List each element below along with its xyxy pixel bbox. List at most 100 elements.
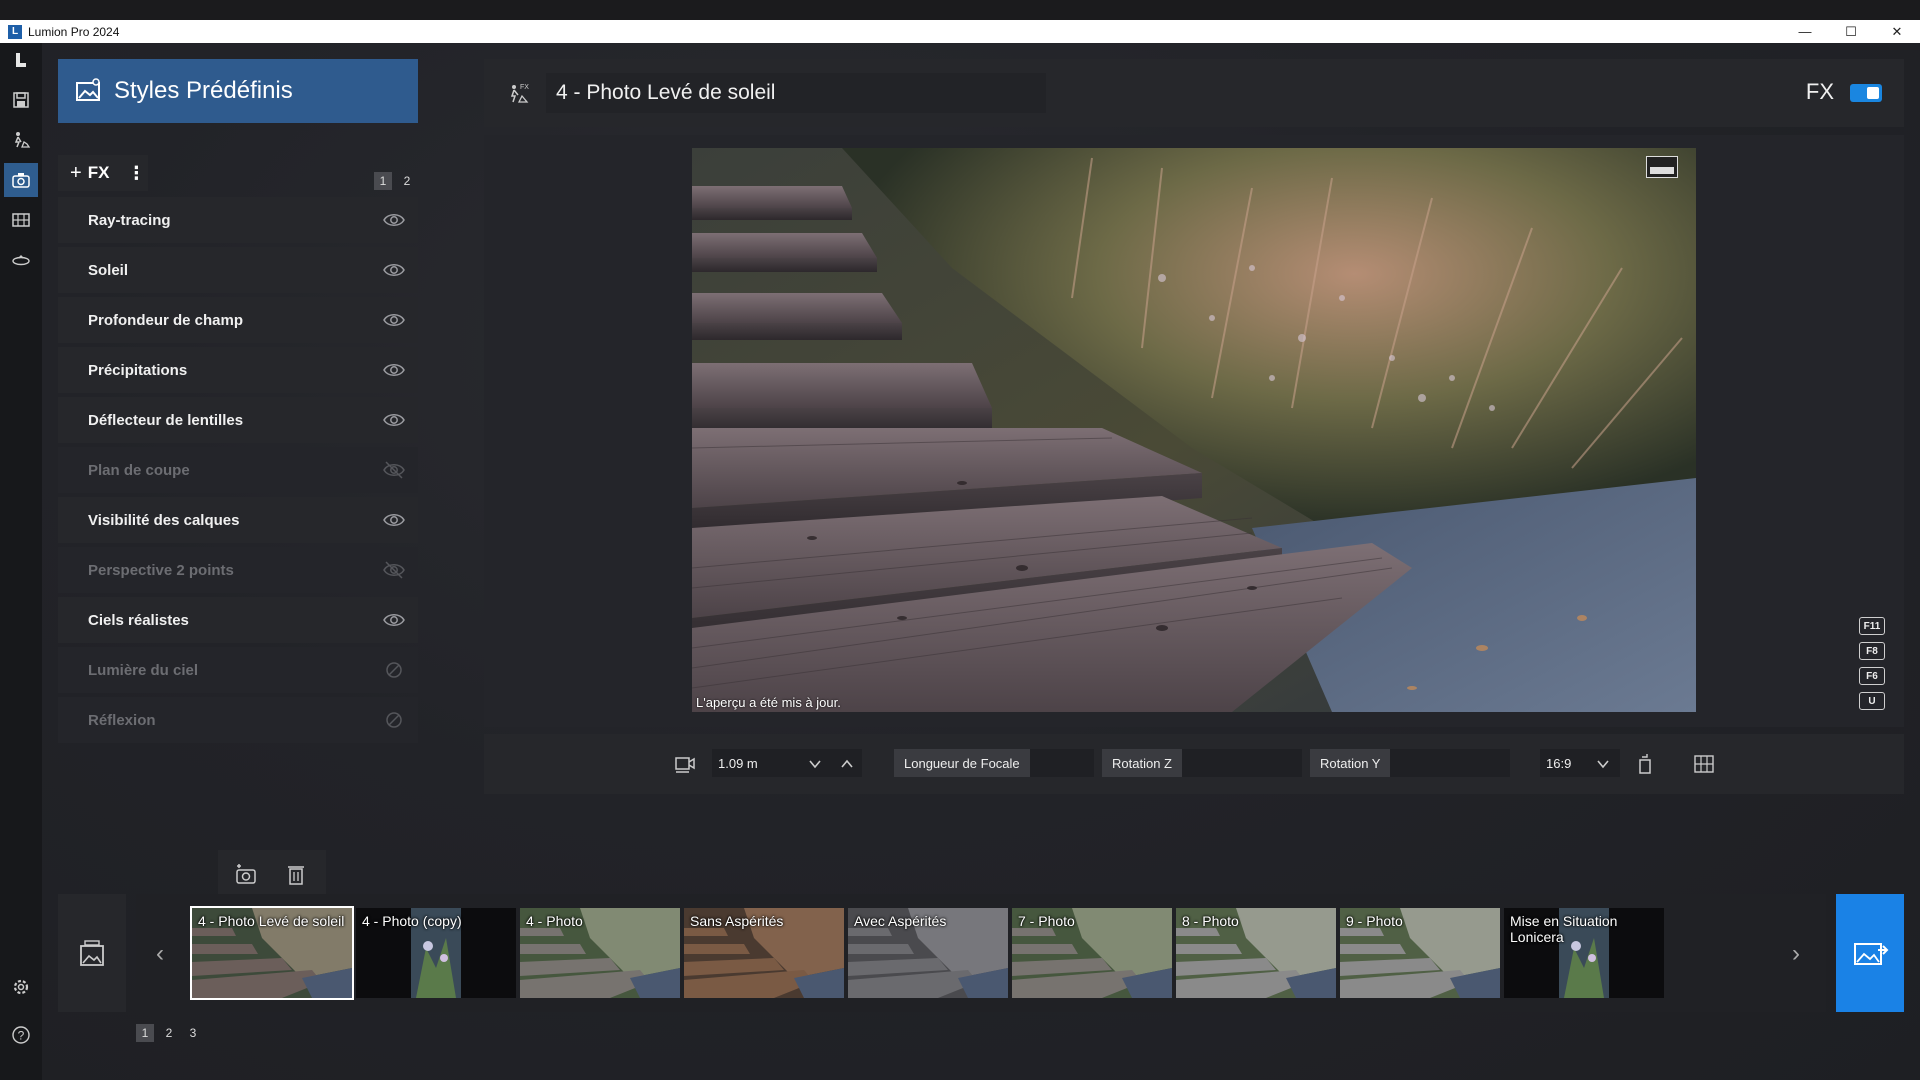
fx-item[interactable]: Profondeur de champ: [58, 297, 418, 343]
render-image-icon: [1854, 943, 1889, 965]
filmstrip-page-1[interactable]: 1: [136, 1024, 154, 1042]
svg-text:FX: FX: [520, 84, 529, 91]
photo-filmstrip: ‹ 4 - Photo Levé de soleil 4 - Photo (cop…: [136, 894, 1826, 1012]
photo-mode-button[interactable]: [4, 163, 38, 197]
gallery-button[interactable]: [58, 894, 126, 1012]
styles-panel-header[interactable]: Styles Prédéfinis: [58, 59, 418, 123]
fx-item[interactable]: Lumière du ciel: [58, 647, 418, 693]
fx-item-label: Déflecteur de lentilles: [88, 411, 244, 429]
eye-icon[interactable]: [382, 359, 406, 381]
eye-icon[interactable]: [382, 209, 406, 231]
photo-thumbnail[interactable]: 4 - Photo Levé de soleil: [190, 906, 354, 1000]
fx-item[interactable]: Réflexion: [58, 697, 418, 743]
focal-length-slider[interactable]: Longueur de Focale: [894, 749, 1094, 777]
render-preview-image[interactable]: L'aperçu a été mis à jour.: [692, 148, 1696, 712]
fx-item[interactable]: Ray-tracing: [58, 197, 418, 243]
window-title: Lumion Pro 2024: [28, 24, 120, 39]
settings-button[interactable]: [4, 970, 38, 1004]
disabled-icon[interactable]: [382, 659, 406, 681]
focal-length-label: Longueur de Focale: [894, 749, 1030, 777]
shortcut-key-f8[interactable]: F8: [1859, 642, 1885, 660]
close-button[interactable]: ✕: [1874, 20, 1920, 43]
eye-icon[interactable]: [382, 409, 406, 431]
disabled-icon[interactable]: [382, 709, 406, 731]
eye-icon[interactable]: [382, 609, 406, 631]
rotation-z-slider[interactable]: Rotation Z: [1102, 749, 1302, 777]
fx-item[interactable]: Plan de coupe: [58, 447, 418, 493]
fx-item[interactable]: Déflecteur de lentilles: [58, 397, 418, 443]
photo-thumbnail[interactable]: Sans Aspérités: [684, 908, 844, 998]
fx-style-icon[interactable]: FX: [506, 81, 530, 105]
eye-off-icon[interactable]: [382, 559, 406, 581]
home-tool-button[interactable]: [4, 43, 38, 77]
photo-thumbnail-label: 7 - Photo: [1018, 913, 1075, 929]
camera-icon: [12, 173, 30, 188]
fx-toggle-label: FX: [1805, 79, 1834, 104]
fx-item[interactable]: Perspective 2 points: [58, 547, 418, 593]
maximize-button[interactable]: ☐: [1828, 20, 1874, 43]
fx-item-label: Réflexion: [88, 711, 156, 729]
photo-thumbnail[interactable]: 7 - Photo: [1012, 908, 1172, 998]
photo-thumbnail[interactable]: Avec Aspérités: [848, 908, 1008, 998]
photo-thumbnail[interactable]: 4 - Photo: [520, 908, 680, 998]
add-camera-icon[interactable]: [234, 862, 258, 886]
movie-mode-button[interactable]: [4, 203, 38, 237]
shortcut-key-f11[interactable]: F11: [1859, 617, 1885, 635]
svg-text:?: ?: [18, 1029, 25, 1043]
preview-overlay-toggle-button[interactable]: [1646, 156, 1678, 178]
photo-thumbnail-label: Avec Aspérités: [854, 913, 947, 929]
fx-item[interactable]: Précipitations: [58, 347, 418, 393]
photo-thumbnail[interactable]: 9 - Photo: [1340, 908, 1500, 998]
rotation-y-slider[interactable]: Rotation Y: [1310, 749, 1510, 777]
fx-toggle[interactable]: [1850, 84, 1882, 102]
fx-item-label: Soleil: [88, 261, 129, 279]
fx-item-label: Profondeur de champ: [88, 311, 244, 329]
filmstrip-next-chevron-icon[interactable]: ›: [1792, 940, 1800, 968]
save-tool-button[interactable]: [4, 83, 38, 117]
photo-title-input[interactable]: 4 - Photo Levé de soleil: [546, 73, 1046, 113]
fx-page-2[interactable]: 2: [398, 172, 416, 190]
photo-thumbnail-label: 4 - Photo Levé de soleil: [198, 913, 345, 929]
shortcut-key-u[interactable]: U: [1859, 692, 1885, 710]
eye-icon[interactable]: [382, 509, 406, 531]
fx-item[interactable]: Ciels réalistes: [58, 597, 418, 643]
360-icon: [12, 255, 30, 266]
plus-icon: +: [70, 161, 82, 184]
person-tree-icon: [14, 132, 31, 148]
more-options-icon[interactable]: ⋮: [127, 163, 145, 184]
panorama-mode-button[interactable]: [4, 243, 38, 277]
add-fx-button[interactable]: + FX ⋮: [58, 155, 148, 191]
fx-item[interactable]: Visibilité des calques: [58, 497, 418, 543]
render-photo-button[interactable]: [1836, 894, 1904, 1012]
build-mode-button[interactable]: [4, 123, 38, 157]
delete-photo-icon[interactable]: [284, 862, 308, 886]
gallery-image-icon: [80, 940, 104, 966]
eye-icon[interactable]: [382, 309, 406, 331]
filmstrip-prev-chevron-icon[interactable]: ‹: [156, 940, 164, 968]
photo-thumbnail[interactable]: 4 - Photo (copy): [356, 908, 516, 998]
filmstrip-page-3[interactable]: 3: [184, 1024, 202, 1042]
rotation-y-label: Rotation Y: [1310, 749, 1391, 777]
photo-actions: [218, 850, 326, 896]
orientation-rotate-icon[interactable]: [1634, 753, 1656, 775]
preview-scene: [692, 148, 1696, 712]
minimize-button[interactable]: —: [1782, 20, 1828, 43]
gear-icon: [13, 979, 29, 995]
grid-overlay-icon[interactable]: [1694, 755, 1714, 773]
photo-thumbnail[interactable]: Mise en Situation Lonicera: [1504, 908, 1664, 998]
eye-icon[interactable]: [382, 259, 406, 281]
photo-thumbnail-label: Sans Aspérités: [690, 913, 784, 929]
filmstrip-page-2[interactable]: 2: [160, 1024, 178, 1042]
eye-off-icon[interactable]: [382, 459, 406, 481]
shortcut-key-f6[interactable]: F6: [1859, 667, 1885, 685]
photo-thumbnail[interactable]: 8 - Photo: [1176, 908, 1336, 998]
aspect-chevron-down-icon[interactable]: [1596, 757, 1610, 771]
photo-thumbnail-label: 4 - Photo: [526, 913, 583, 929]
help-button[interactable]: ?: [4, 1018, 38, 1052]
fx-item-label: Visibilité des calques: [88, 511, 240, 529]
fx-item[interactable]: Soleil: [58, 247, 418, 293]
chevron-down-icon[interactable]: [808, 757, 822, 771]
chevron-up-icon[interactable]: [840, 757, 854, 771]
question-mark-icon: ?: [12, 1026, 30, 1044]
fx-page-1[interactable]: 1: [374, 172, 392, 190]
